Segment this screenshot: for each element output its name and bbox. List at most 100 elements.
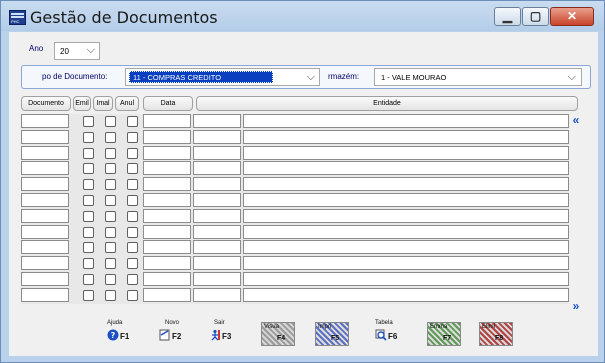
anulado-checkbox[interactable] [127, 274, 138, 285]
entidade-cell[interactable] [243, 145, 569, 160]
table-row[interactable] [21, 224, 569, 240]
exit-button[interactable]: Sair F3 [209, 320, 239, 350]
documento-cell[interactable] [21, 272, 69, 286]
anulado-checkbox[interactable] [127, 258, 138, 270]
column-header-email[interactable]: Imal [93, 96, 113, 111]
data-cell[interactable] [143, 177, 191, 192]
armazem-select[interactable]: 1 - VALE MOURAO ⌵ [374, 68, 582, 86]
documento-cell[interactable] [21, 193, 69, 207]
column-header-entidade[interactable]: Entidade [196, 96, 578, 111]
aux-cell[interactable] [193, 114, 241, 128]
data-cell[interactable] [143, 145, 191, 160]
entidade-cell[interactable] [243, 287, 569, 302]
view-button[interactable]: Visua F4 [261, 320, 297, 350]
email-checkbox[interactable] [105, 163, 116, 175]
emitido-checkbox[interactable] [83, 258, 94, 270]
data-cell[interactable] [143, 193, 191, 207]
minimize-button[interactable]: ▁ [494, 7, 521, 26]
documento-cell[interactable] [21, 224, 69, 239]
table-row[interactable] [21, 129, 569, 145]
aux-cell[interactable] [193, 208, 241, 223]
entidade-cell[interactable] [243, 193, 569, 207]
emitido-checkbox[interactable] [83, 195, 94, 206]
aux-cell[interactable] [193, 177, 241, 192]
entidade-cell[interactable] [243, 177, 569, 192]
email-checkbox[interactable] [105, 289, 116, 301]
table-row[interactable] [21, 177, 569, 192]
close-button[interactable]: ✕ [550, 7, 594, 26]
entidade-cell[interactable] [243, 129, 569, 144]
email-checkbox[interactable] [105, 226, 116, 238]
maximize-button[interactable]: ▢ [522, 7, 549, 26]
anulado-checkbox[interactable] [127, 179, 138, 191]
anulado-checkbox[interactable] [127, 242, 138, 254]
table-row[interactable] [21, 287, 569, 303]
print-button[interactable]: Impri F5 [315, 320, 351, 350]
column-header-documento[interactable]: Documento [21, 96, 71, 111]
anulado-checkbox[interactable] [127, 116, 138, 127]
documento-cell[interactable] [21, 145, 69, 160]
new-button[interactable]: Novo F2 [159, 320, 189, 350]
entidade-cell[interactable] [243, 256, 569, 271]
table-row[interactable] [21, 240, 569, 255]
anulado-checkbox[interactable] [127, 210, 138, 222]
emitido-checkbox[interactable] [83, 147, 94, 159]
aux-cell[interactable] [193, 256, 241, 271]
entidade-cell[interactable] [243, 161, 569, 176]
data-cell[interactable] [143, 161, 191, 176]
email-checkbox[interactable] [105, 242, 116, 254]
anulado-checkbox[interactable] [127, 195, 138, 206]
table-button[interactable]: Tabela F6 [375, 320, 405, 350]
help-button[interactable]: Ajuda ? F1 [107, 320, 137, 350]
data-cell[interactable] [143, 208, 191, 223]
column-header-data[interactable]: Data [143, 96, 193, 111]
email-checkbox[interactable] [105, 116, 116, 127]
emitido-checkbox[interactable] [83, 274, 94, 285]
table-row[interactable] [21, 161, 569, 176]
data-cell[interactable] [143, 256, 191, 271]
emitido-checkbox[interactable] [83, 179, 94, 191]
entidade-cell[interactable] [243, 272, 569, 286]
anulado-checkbox[interactable] [127, 226, 138, 238]
table-row[interactable] [21, 208, 569, 224]
data-cell[interactable] [143, 272, 191, 286]
column-header-emitido[interactable]: Emil [73, 96, 91, 111]
data-cell[interactable] [143, 224, 191, 239]
table-row[interactable] [21, 256, 569, 271]
data-cell[interactable] [143, 114, 191, 128]
aux-cell[interactable] [193, 129, 241, 144]
anulado-checkbox[interactable] [127, 289, 138, 301]
ano-select[interactable]: 20 ⌵ [54, 42, 100, 60]
column-header-anulado[interactable]: Anul [115, 96, 139, 111]
emitido-checkbox[interactable] [83, 210, 94, 222]
aux-cell[interactable] [193, 272, 241, 286]
emitido-checkbox[interactable] [83, 131, 94, 143]
documento-cell[interactable] [21, 287, 69, 302]
anulado-checkbox[interactable] [127, 147, 138, 159]
aux-cell[interactable] [193, 287, 241, 302]
email-checkbox[interactable] [105, 131, 116, 143]
emitido-checkbox[interactable] [83, 226, 94, 238]
entidade-cell[interactable] [243, 208, 569, 223]
email-button[interactable]: Emma F7 [427, 320, 463, 350]
entidade-cell[interactable] [243, 114, 569, 128]
table-row[interactable] [21, 145, 569, 161]
table-row[interactable] [21, 272, 569, 287]
entidade-cell[interactable] [243, 224, 569, 239]
emitido-checkbox[interactable] [83, 116, 94, 127]
data-cell[interactable] [143, 287, 191, 302]
scroll-down-icon[interactable]: » [569, 300, 583, 314]
email-checkbox[interactable] [105, 195, 116, 206]
email-checkbox[interactable] [105, 179, 116, 191]
documento-cell[interactable] [21, 114, 69, 128]
aux-cell[interactable] [193, 145, 241, 160]
delete-button[interactable]: Elimi F8 [479, 320, 515, 350]
documento-cell[interactable] [21, 240, 69, 255]
email-checkbox[interactable] [105, 258, 116, 270]
anulado-checkbox[interactable] [127, 131, 138, 143]
aux-cell[interactable] [193, 240, 241, 255]
documento-cell[interactable] [21, 177, 69, 192]
email-checkbox[interactable] [105, 274, 116, 285]
emitido-checkbox[interactable] [83, 242, 94, 254]
scroll-up-icon[interactable]: « [569, 114, 583, 128]
